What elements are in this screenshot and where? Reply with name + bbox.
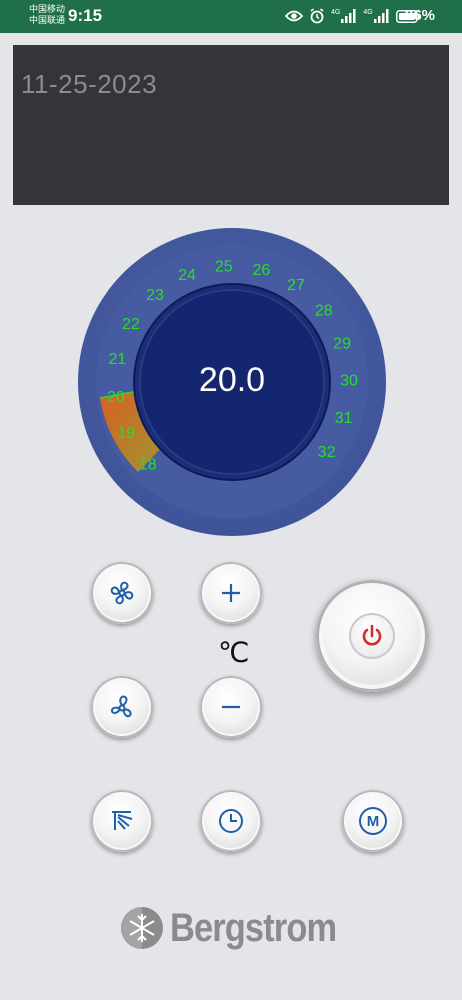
mode-letter: M	[366, 812, 380, 830]
fan-icon	[110, 581, 134, 605]
brand-logo: Bergstrom	[118, 904, 363, 952]
carrier-1: 中国移动	[29, 4, 66, 14]
dial-scale-label: 29	[333, 336, 351, 353]
mode-icon: M	[359, 807, 387, 835]
dial-scale-label: 22	[122, 316, 140, 333]
dial-scale-label: 31	[335, 410, 353, 427]
status-time: 9:15	[68, 6, 103, 25]
bergstrom-emblem-icon	[121, 907, 163, 949]
airflow-swing-icon	[112, 811, 133, 830]
network-label: 4G	[363, 9, 373, 16]
signal-icon: 4G	[363, 9, 389, 23]
network-label: 4G	[331, 9, 341, 16]
dial-scale-label: 27	[287, 277, 305, 294]
dial-scale-label: 32	[318, 444, 336, 461]
dial-scale-label: 18	[139, 456, 157, 473]
fan-three-blade-icon	[110, 695, 132, 718]
temperature-value: 20.0	[198, 361, 266, 399]
clock-icon	[219, 809, 243, 833]
signal-icon: 4G	[331, 9, 357, 23]
alarm-icon	[310, 8, 324, 24]
dial-scale-label: 28	[315, 303, 333, 320]
plus-button[interactable]	[200, 562, 262, 624]
battery-percent: 96%	[405, 7, 436, 24]
dial-scale-label: 26	[253, 262, 271, 279]
carrier-2: 中国联通	[29, 15, 66, 25]
system-icons: 4G 4G	[285, 6, 420, 26]
power-button-core	[349, 613, 395, 659]
fan-mode-button[interactable]	[91, 676, 153, 738]
temperature-unit: ℃	[218, 637, 250, 668]
power-button[interactable]	[316, 580, 428, 692]
temperature-dial[interactable]: 18 19 20 21 22 23 24 25 26 27 28 29 30 31 32 20.0	[78, 228, 386, 536]
minus-icon	[222, 705, 240, 709]
dial-scale-label: 19	[117, 425, 135, 442]
dial-scale-label: 24	[178, 267, 196, 284]
swing-button[interactable]	[91, 790, 153, 852]
fan-speed-button[interactable]	[91, 562, 153, 624]
carrier-labels: 中国移动 中国联通	[29, 4, 65, 26]
date-display: 11-25-2023	[21, 69, 158, 99]
mode-button[interactable]: M	[342, 790, 404, 852]
power-icon	[362, 624, 382, 646]
plus-icon	[222, 584, 240, 602]
minus-button[interactable]	[200, 676, 262, 738]
status-bar: 中国移动 中国联通 9:15 4G 4G 96%	[0, 0, 462, 33]
timer-button[interactable]	[200, 790, 262, 852]
dial-scale-label: 25	[215, 258, 233, 275]
eye-icon	[285, 10, 303, 22]
brand-name: Bergstrom	[170, 905, 337, 950]
dial-scale-label: 23	[146, 287, 164, 304]
date-panel: 11-25-2023	[13, 45, 449, 205]
